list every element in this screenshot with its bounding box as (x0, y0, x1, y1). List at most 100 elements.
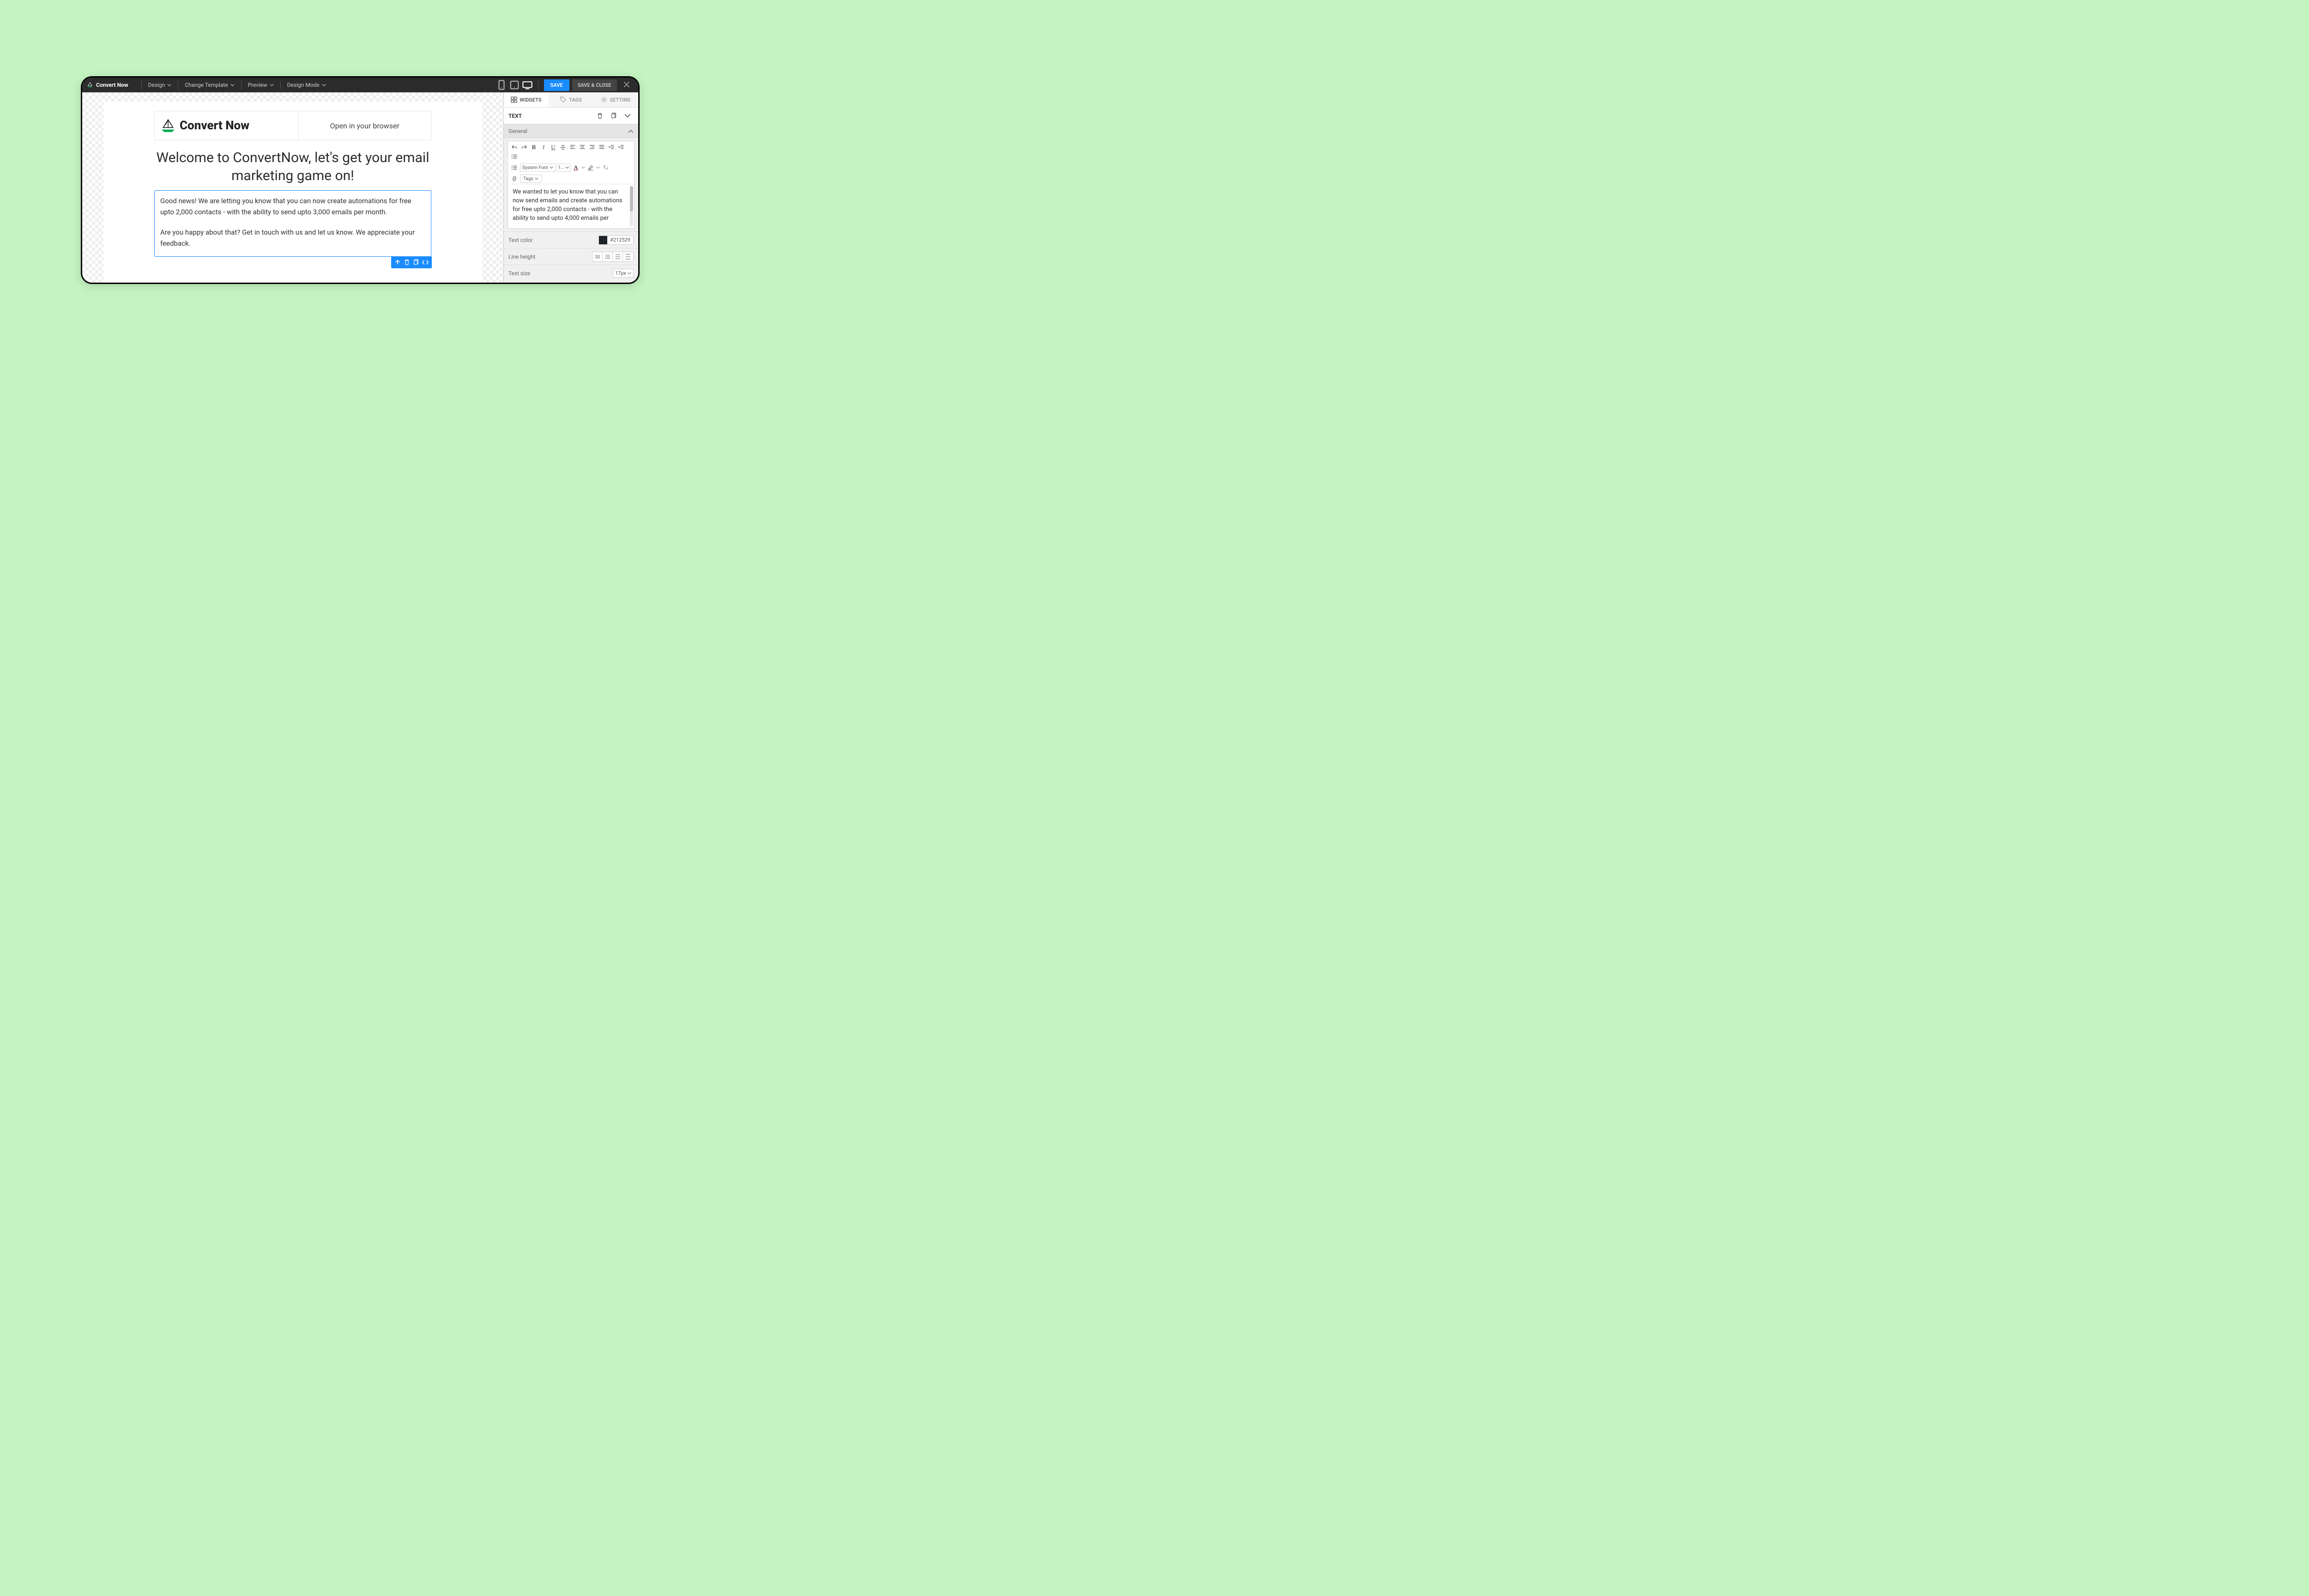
paragraph: Good news! We are letting you know that … (160, 195, 425, 218)
device-tablet-button[interactable] (509, 80, 520, 90)
menu-change-template[interactable]: Change Template (185, 82, 234, 88)
divider (241, 81, 242, 89)
tags-dropdown[interactable]: Tags (520, 175, 542, 183)
line-height-icon (615, 254, 621, 260)
delete-button[interactable] (402, 258, 411, 267)
widgets-icon (511, 97, 517, 103)
italic-button[interactable]: I (539, 143, 548, 151)
align-justify-button[interactable] (598, 143, 606, 151)
text-block-selected[interactable]: Good news! We are letting you know that … (154, 190, 431, 257)
code-icon (422, 259, 429, 266)
panel-delete-button[interactable] (594, 110, 606, 122)
prop-label: Line height (508, 254, 536, 260)
scroll-thumb[interactable] (630, 186, 633, 212)
menu-preview[interactable]: Preview (248, 82, 274, 88)
menu-design-mode[interactable]: Design Mode (287, 82, 326, 88)
prop-text-size: Text size 17px (504, 265, 638, 281)
chevron-down-icon (596, 166, 600, 169)
close-button[interactable]: ✕ (620, 79, 634, 91)
email-headline[interactable]: Welcome to ConvertNow, let's get your em… (154, 149, 431, 185)
chevron-down-icon (581, 166, 585, 169)
underline-button[interactable]: U (549, 143, 557, 151)
save-close-button[interactable]: SAVE & CLOSE (572, 79, 617, 91)
phone-icon (496, 80, 507, 90)
menu-design[interactable]: Design (148, 82, 172, 88)
accordion-general[interactable]: General (504, 124, 638, 138)
align-justify-icon (598, 144, 605, 151)
chevron-down-icon (628, 272, 631, 275)
undo-button[interactable] (510, 143, 519, 151)
font-family-select[interactable]: System Font (520, 163, 556, 172)
prop-line-height: Line height (504, 248, 638, 265)
text-color-button[interactable]: A (572, 163, 580, 172)
line-height-option[interactable] (613, 252, 623, 261)
highlight-button[interactable] (586, 163, 595, 172)
bullet-list-button[interactable] (510, 152, 519, 161)
open-in-browser-link[interactable]: Open in your browser (299, 111, 431, 140)
indent-button[interactable] (617, 143, 625, 151)
chevron-down-icon (624, 113, 631, 119)
brand-text: Convert Now (96, 82, 128, 88)
sidebar-tabs: WIDGETS TAGS SETTING (504, 92, 638, 108)
text-size-select[interactable]: 17px (613, 269, 634, 278)
redo-button[interactable] (520, 143, 528, 151)
rich-text-editor: B I U System Font 1… A (508, 141, 635, 229)
clear-format-button[interactable] (601, 163, 610, 172)
outdent-button[interactable] (607, 143, 616, 151)
tab-tags[interactable]: TAGS (549, 92, 593, 107)
outdent-icon (608, 144, 615, 151)
color-swatch (599, 236, 607, 244)
strikethrough-icon (560, 144, 566, 151)
tablet-icon (509, 80, 520, 90)
link-button[interactable] (510, 175, 519, 183)
strike-button[interactable] (559, 143, 567, 151)
save-button[interactable]: SAVE (544, 79, 569, 91)
bold-button[interactable]: B (530, 143, 538, 151)
panel-collapse-button[interactable] (622, 110, 634, 122)
code-button[interactable] (421, 258, 430, 267)
list-type-button[interactable] (510, 163, 519, 172)
tab-setting[interactable]: SETTING (593, 92, 638, 107)
highlight-icon (587, 164, 594, 171)
rte-toolbar: B I U System Font 1… A (508, 141, 634, 184)
line-height-option[interactable] (603, 252, 613, 261)
panel-title: TEXT (508, 113, 522, 119)
canvas[interactable]: Convert Now Open in your browser Welcome… (82, 92, 503, 283)
device-mobile-button[interactable] (496, 80, 507, 90)
panel-duplicate-button[interactable] (608, 110, 620, 122)
device-desktop-button[interactable] (522, 80, 532, 90)
undo-icon (511, 144, 518, 151)
gear-icon (601, 97, 607, 103)
divider (141, 81, 142, 89)
line-height-icon (594, 254, 601, 260)
copy-icon (610, 113, 617, 119)
align-left-button[interactable] (568, 143, 577, 151)
duplicate-button[interactable] (411, 258, 421, 267)
line-height-option[interactable] (623, 252, 633, 261)
align-right-button[interactable] (588, 143, 596, 151)
list-icon (511, 164, 518, 171)
line-height-option[interactable] (592, 252, 603, 261)
redo-icon (521, 144, 527, 151)
divider (280, 81, 281, 89)
indent-icon (618, 144, 624, 151)
brand-logo-icon (87, 82, 93, 88)
color-picker[interactable]: #212529 (598, 236, 634, 245)
chevron-down-icon (550, 166, 553, 169)
panel-header: TEXT (504, 108, 638, 124)
email-brand-text: Convert Now (180, 119, 249, 133)
rte-textarea[interactable]: We wanted to let you know that you can n… (508, 184, 634, 228)
align-left-icon (569, 144, 576, 151)
font-size-select[interactable]: 1… (557, 163, 570, 172)
email-header[interactable]: Convert Now Open in your browser (154, 111, 431, 140)
scrollbar[interactable] (630, 186, 633, 226)
desktop-icon (522, 80, 532, 90)
arrow-up-icon (394, 259, 401, 266)
line-height-group (592, 252, 634, 262)
align-right-icon (589, 144, 595, 151)
prop-label: Text size (508, 270, 530, 277)
color-value: #212529 (607, 237, 633, 243)
move-up-button[interactable] (393, 258, 402, 267)
tab-widgets[interactable]: WIDGETS (504, 92, 549, 107)
align-center-button[interactable] (578, 143, 586, 151)
